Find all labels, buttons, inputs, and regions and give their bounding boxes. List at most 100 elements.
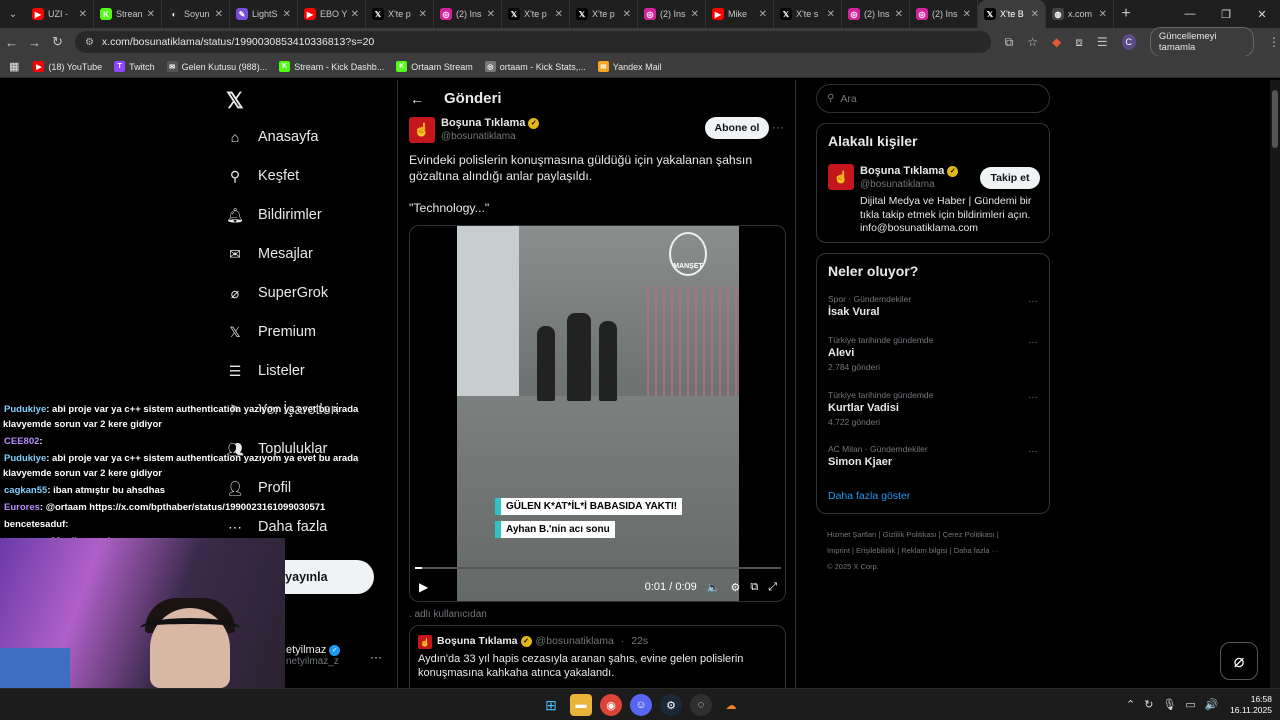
browser-tab[interactable]: ✎ LightS ✕ [230, 0, 298, 28]
nav-item-supergrok[interactable]: ⌀ SuperGrok [226, 284, 328, 302]
footer-line[interactable]: Hizmet Şartları | Gizlilik Politikası | … [827, 527, 1047, 543]
related-name[interactable]: Boşuna Tıklama ✓ [860, 165, 959, 177]
bookmark-item[interactable]: ✉ Gelen Kutusu (988)... [166, 61, 267, 72]
trend-more-icon[interactable]: ··· [1028, 296, 1038, 307]
site-info-icon[interactable]: ⚙ [85, 37, 94, 48]
browser-tab[interactable]: 𝕏 X'te B ✕ [978, 0, 1046, 28]
trend-more-icon[interactable]: ··· [1028, 446, 1038, 457]
tab-close-icon[interactable]: ✕ [147, 9, 155, 20]
taskbar-clock[interactable]: 16:58 16.11.2025 [1224, 694, 1272, 716]
bookmark-item[interactable]: K Stream - Kick Dashb... [279, 61, 384, 72]
browser-tab[interactable]: 𝕏 X'te p ✕ [366, 0, 434, 28]
url-field[interactable]: ⚙ x.com/bosunatiklama/status/19900308534… [74, 31, 991, 53]
browser-tab[interactable]: ◎ (2) Ins ✕ [910, 0, 978, 28]
browser-tab[interactable]: ◎ (2) Ins ✕ [434, 0, 502, 28]
browser-tab[interactable]: ◍ x.com ✕ [1046, 0, 1114, 28]
related-avatar[interactable]: ☝ [828, 164, 854, 190]
browser-tab[interactable]: ▶ Mike ✕ [706, 0, 774, 28]
quoted-post[interactable]: ☝ Boşuna Tıklama ✓ @bosunatiklama · 22s Ay… [409, 625, 786, 688]
minimize-icon[interactable]: — [1172, 8, 1208, 21]
trend-more-icon[interactable]: ··· [1028, 337, 1038, 348]
browser-menu-icon[interactable]: ⋮ [1268, 35, 1280, 49]
bookmark-item[interactable]: ✉ Yandex Mail [597, 61, 662, 72]
bookmark-item[interactable]: ◎ ortaam - Kick Stats,... [484, 61, 586, 72]
tab-close-icon[interactable]: ✕ [691, 9, 699, 20]
network-icon[interactable]: ▭ [1185, 698, 1195, 711]
tray-sync-icon[interactable]: ↻ [1144, 698, 1153, 711]
trend-item[interactable]: Türkiye tarihinde gündemde Kurtlar Vadisi… [828, 390, 1038, 427]
tab-close-icon[interactable]: ✕ [623, 9, 631, 20]
microphone-icon[interactable]: 🎙 [1162, 698, 1176, 711]
speaker-icon[interactable]: 🔊 [1205, 698, 1219, 711]
fullscreen-icon[interactable]: ⤢ [768, 581, 777, 594]
obs-icon[interactable]: ◌ [690, 694, 712, 716]
follow-button[interactable]: Takip et [980, 167, 1040, 189]
tab-close-icon[interactable]: ✕ [283, 9, 291, 20]
tray-chevron-icon[interactable]: ⌃ [1126, 698, 1135, 711]
pip-icon[interactable]: ⧉ [750, 581, 758, 594]
page-scrollbar[interactable] [1270, 80, 1280, 688]
search-input[interactable]: ⚲ Ara [816, 84, 1050, 113]
tab-close-icon[interactable]: ✕ [351, 9, 359, 20]
tab-close-icon[interactable]: ✕ [215, 9, 223, 20]
author-name[interactable]: Boşuna Tıklama ✓ [441, 117, 540, 129]
tab-close-icon[interactable]: ✕ [895, 9, 903, 20]
browser-tab[interactable]: K Strean ✕ [94, 0, 162, 28]
subscribe-button[interactable]: Abone ol [705, 117, 769, 139]
video-progress-bar[interactable] [415, 567, 781, 569]
browser-tab[interactable]: ◐ Soyun ✕ [162, 0, 230, 28]
forward-icon[interactable]: → [23, 35, 46, 50]
bookmark-item[interactable]: T Twitch [114, 61, 155, 72]
nav-item-more[interactable]: ⋯ Daha fazla [226, 518, 327, 536]
trend-item[interactable]: Spor · Gündemdekiler İsak Vural ··· [828, 294, 1038, 318]
discord-icon[interactable]: ☺ [630, 694, 652, 716]
trend-item[interactable]: Türkiye tarihinde gündemde Alevi 2.784 gön… [828, 335, 1038, 372]
account-switcher[interactable]: etyilmaz ✓ netyilmaz_z [286, 644, 341, 667]
account-more-icon[interactable]: ··· [370, 650, 382, 664]
scrollbar-thumb[interactable] [1272, 90, 1278, 148]
browser-tab[interactable]: 𝕏 X'te p ✕ [570, 0, 638, 28]
tab-close-icon[interactable]: ✕ [555, 9, 563, 20]
new-tab-button[interactable]: + [1114, 5, 1138, 23]
close-window-icon[interactable]: ✕ [1244, 8, 1280, 21]
chrome-icon[interactable]: ◉ [600, 694, 622, 716]
author-avatar[interactable]: ☝ [409, 117, 435, 143]
nav-item-notifications[interactable]: 🔔︎ Bildirimler [226, 206, 322, 224]
update-button[interactable]: Güncellemeyi tamamla [1149, 27, 1255, 57]
trend-item[interactable]: AC Milan · Gündemdekiler Simon Kjaer ··· [828, 444, 1038, 468]
browser-tab[interactable]: 𝕏 X'te s ✕ [774, 0, 842, 28]
nav-item-messages[interactable]: ✉ Mesajlar [226, 245, 313, 263]
browser-tab[interactable]: ◎ (2) Ins ✕ [638, 0, 706, 28]
post-more-icon[interactable]: ··· [772, 120, 784, 134]
browser-tab[interactable]: ▶ EBO Y ✕ [298, 0, 366, 28]
reload-icon[interactable]: ↻ [46, 34, 69, 50]
cloud-app-icon[interactable]: ☁ [720, 694, 742, 716]
tab-close-icon[interactable]: ✕ [419, 9, 427, 20]
nav-item-profile[interactable]: 👤︎ Profil [226, 479, 291, 497]
extensions-puzzle-icon[interactable]: ⧈ [1075, 35, 1083, 50]
file-explorer-icon[interactable]: ▬ [570, 694, 592, 716]
tab-close-icon[interactable]: ✕ [827, 9, 835, 20]
bookmark-item[interactable]: ▶ (18) YouTube [33, 61, 102, 72]
back-icon[interactable]: ← [0, 35, 23, 50]
nav-item-explore[interactable]: ⚲ Keşfet [226, 167, 299, 185]
browser-tab[interactable]: ◎ (2) Ins ✕ [842, 0, 910, 28]
extension-icon[interactable]: ◆ [1052, 35, 1061, 49]
bookmark-star-icon[interactable]: ☆ [1027, 35, 1038, 49]
back-arrow-icon[interactable]: ← [410, 91, 424, 107]
reading-list-icon[interactable]: ☰ [1097, 35, 1108, 49]
nav-item-premium[interactable]: 𝕏 Premium [226, 323, 316, 341]
show-more-link[interactable]: Daha fazla göster [828, 490, 910, 502]
steam-icon[interactable]: ⚙ [660, 694, 682, 716]
video-frame[interactable]: MANŞET GÜLEN K*AT*İL*İ BABASIDA YAKTI! A… [457, 226, 739, 601]
footer-line[interactable]: Imprint | Erişilebilirlik | Reklam bilgi… [827, 543, 1047, 559]
tab-search-icon[interactable]: ⌄ [0, 0, 26, 28]
trend-more-icon[interactable]: ··· [1028, 392, 1038, 403]
tab-close-icon[interactable]: ✕ [1099, 9, 1107, 20]
tab-close-icon[interactable]: ✕ [487, 9, 495, 20]
volume-icon[interactable]: 🔈 [707, 581, 721, 594]
profile-avatar[interactable]: C [1121, 34, 1136, 50]
browser-tab[interactable]: ▶ UZI - ✕ [26, 0, 94, 28]
tab-close-icon[interactable]: ✕ [963, 9, 971, 20]
related-handle[interactable]: @bosunatiklama [860, 179, 935, 190]
